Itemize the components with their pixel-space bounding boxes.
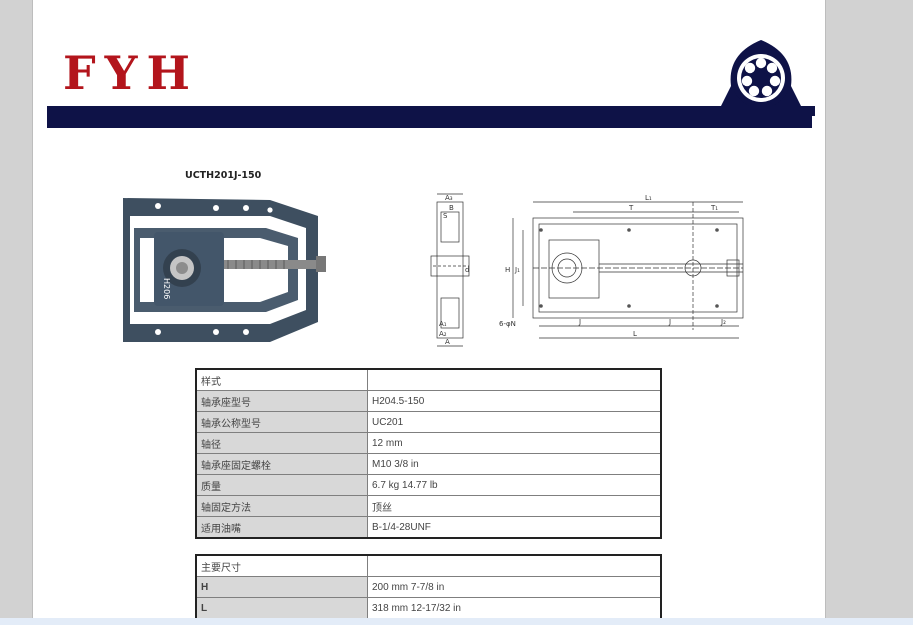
label-l: L [633, 330, 637, 338]
label-t1: T₁ [710, 204, 718, 212]
spec-label: 轴承座型号 [195, 390, 368, 412]
viewer-left-margin [0, 0, 32, 618]
spec-value: 6.7 kg 14.77 lb [367, 474, 662, 496]
label-h: H [505, 266, 510, 274]
model-title: UCTH201J-150 [185, 170, 262, 181]
dimension-header-value [367, 554, 662, 577]
spec-label: 轴承座固定螺栓 [195, 453, 368, 475]
document-page: FYH UCTH201J-150 H206 A₃ B S d A₁ A₂ A H… [32, 0, 826, 618]
spec-label: 适用油嘴 [195, 516, 368, 539]
label-j1: J₁ [514, 266, 520, 274]
table-row: 轴固定方法 顶丝 [195, 495, 662, 517]
table-row: 主要尺寸 [195, 554, 662, 577]
table-row: 样式 [195, 368, 662, 391]
spec-label: 轴固定方法 [195, 495, 368, 517]
table-row: 轴承座型号 H204.5-150 [195, 390, 662, 412]
dimension-drawing: A₃ B S d A₁ A₂ A H J₁ 6-φN L₁ T T₁ J J J… [430, 193, 744, 347]
table-row: 适用油嘴 B-1/4-28UNF [195, 516, 662, 539]
viewer-right-margin [826, 0, 913, 618]
spec-value: B-1/4-28UNF [367, 516, 662, 539]
spec-value: 顶丝 [367, 495, 662, 517]
bearing-housing-icon [707, 40, 815, 116]
viewer-bottom-strip [0, 618, 913, 625]
label-l1: L₁ [645, 194, 652, 202]
dimension-label: L [195, 597, 368, 618]
label-j2: J₂ [720, 318, 726, 326]
table-row: H 200 mm 7-7/8 in [195, 576, 662, 598]
spec-value [367, 368, 662, 391]
table-row: 质量 6.7 kg 14.77 lb [195, 474, 662, 496]
label-a: A [445, 338, 450, 346]
header-bar [47, 106, 812, 128]
label-d: d [465, 266, 469, 274]
spec-value: M10 3/8 in [367, 453, 662, 475]
spec-label: 轴径 [195, 432, 368, 454]
table-row: 轴承座固定螺栓 M10 3/8 in [195, 453, 662, 475]
dimension-header: 主要尺寸 [195, 554, 368, 577]
dimension-label: H [195, 576, 368, 598]
dimension-table: 主要尺寸 H 200 mm 7-7/8 in L 318 mm 12-17/32 i… [195, 554, 662, 618]
label-6n: 6-φN [499, 320, 516, 328]
product-photo: H206 [123, 198, 326, 342]
svg-text:H206: H206 [162, 278, 171, 299]
dimension-value: 318 mm 12-17/32 in [367, 597, 662, 618]
spec-label: 轴承公称型号 [195, 411, 368, 433]
label-a1: A₁ [439, 320, 447, 328]
spec-value: UC201 [367, 411, 662, 433]
label-s: S [443, 212, 448, 220]
label-a2: A₂ [439, 330, 447, 338]
label-t: T [628, 204, 634, 212]
label-j-left: J [578, 318, 581, 326]
table-row: 轴承公称型号 UC201 [195, 411, 662, 433]
label-a3: A₃ [445, 194, 453, 202]
spec-value: H204.5-150 [367, 390, 662, 412]
spec-label: 质量 [195, 474, 368, 496]
spec-table: 样式 轴承座型号 H204.5-150 轴承公称型号 UC201 轴径 12 mm 轴… [195, 368, 662, 539]
label-b: B [449, 204, 454, 212]
spec-value: 12 mm [367, 432, 662, 454]
spec-label: 样式 [195, 368, 368, 391]
dimension-value: 200 mm 7-7/8 in [367, 576, 662, 598]
label-j-right: J [668, 318, 671, 326]
table-row: L 318 mm 12-17/32 in [195, 597, 662, 618]
table-row: 轴径 12 mm [195, 432, 662, 454]
brand-logo: FYH [63, 46, 199, 100]
